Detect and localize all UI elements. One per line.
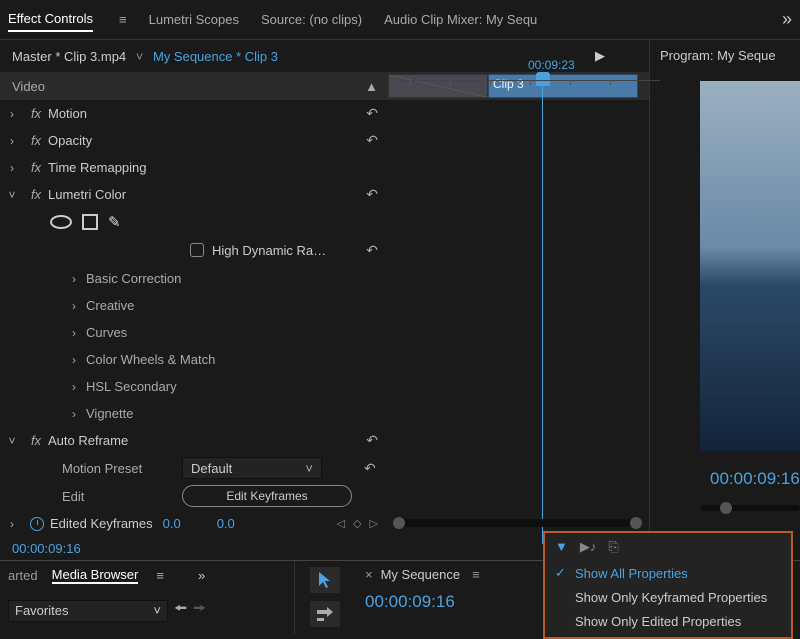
prev-kf-icon[interactable]: ◁ — [337, 517, 345, 530]
video-section-label: Video — [12, 79, 45, 94]
program-preview[interactable] — [700, 81, 800, 451]
effect-auto-reframe[interactable]: Auto Reframe — [48, 433, 128, 448]
chevron-down-icon: ˅ — [305, 461, 313, 476]
tab-audio-mixer[interactable]: Audio Clip Mixer: My Sequ — [384, 8, 537, 31]
close-tab-icon[interactable]: × — [365, 567, 373, 582]
menu-icon[interactable]: ≡ — [156, 568, 164, 583]
track-select-tool-icon[interactable] — [310, 601, 340, 627]
reset-icon[interactable]: ↶ — [366, 432, 378, 449]
reset-icon[interactable]: ↶ — [366, 242, 378, 259]
nav-back-icon[interactable]: 🠘 — [174, 598, 187, 623]
selection-tool-icon[interactable] — [310, 567, 340, 593]
tab-effect-controls[interactable]: Effect Controls — [8, 7, 93, 32]
menu-show-all[interactable]: ✓Show All Properties — [545, 561, 791, 585]
collapse-icon[interactable]: ˅ — [0, 188, 24, 202]
lumetri-vignette[interactable]: Vignette — [86, 406, 133, 421]
export-icon[interactable]: ⎘ — [608, 539, 618, 555]
funnel-icon[interactable]: ▼ — [555, 539, 568, 555]
scroll-handle-left[interactable] — [393, 517, 405, 529]
more-tabs-icon[interactable]: » — [198, 568, 205, 583]
fx-badge-icon[interactable]: fx — [24, 433, 48, 448]
sequence-clip-label[interactable]: My Sequence * Clip 3 — [153, 49, 278, 64]
edit-label: Edit — [62, 489, 182, 504]
stopwatch-icon[interactable] — [30, 517, 44, 531]
expand-icon[interactable]: › — [62, 326, 86, 340]
lumetri-hsl[interactable]: HSL Secondary — [86, 379, 177, 394]
lumetri-creative[interactable]: Creative — [86, 298, 134, 313]
reset-icon[interactable]: ↶ — [366, 186, 378, 203]
chevron-down-icon: ˅ — [153, 603, 161, 618]
more-tabs-icon[interactable]: » — [782, 9, 792, 30]
program-timecode[interactable]: 00:00:09:16 — [710, 469, 800, 489]
menu-icon[interactable]: ≡ — [119, 12, 127, 27]
tab-lumetri-scopes[interactable]: Lumetri Scopes — [149, 8, 239, 31]
menu-show-keyframed[interactable]: Show Only Keyframed Properties — [545, 585, 791, 609]
reset-icon[interactable]: ↶ — [364, 460, 376, 477]
hdr-label: High Dynamic Ra… — [212, 243, 326, 258]
playhead-handle[interactable] — [536, 72, 550, 86]
audio-icon[interactable]: ▶♪ — [580, 539, 597, 555]
tab-truncated[interactable]: arted — [8, 568, 38, 583]
lumetri-color-wheels[interactable]: Color Wheels & Match — [86, 352, 215, 367]
edit-keyframes-button[interactable]: Edit Keyframes — [182, 485, 352, 507]
check-icon: ✓ — [555, 565, 567, 581]
filter-properties-menu: ▼ ▶♪ ⎘ ✓Show All Properties Show Only Ke… — [543, 531, 793, 639]
lumetri-curves[interactable]: Curves — [86, 325, 127, 340]
reset-icon[interactable]: ↶ — [366, 132, 378, 149]
effect-time-remapping[interactable]: Time Remapping — [48, 160, 147, 175]
rect-mask-icon[interactable] — [82, 214, 98, 230]
menu-show-edited[interactable]: Show Only Edited Properties — [545, 609, 791, 633]
kf-value-2[interactable]: 0.0 — [217, 516, 235, 531]
sequence-tab[interactable]: My Sequence — [381, 567, 461, 582]
expand-icon[interactable]: › — [0, 161, 24, 175]
expand-icon[interactable]: › — [62, 407, 86, 421]
nav-forward-icon: 🠚 — [193, 598, 206, 623]
ellipse-mask-icon[interactable] — [50, 215, 72, 229]
expand-icon[interactable]: › — [62, 380, 86, 394]
scroll-handle-right[interactable] — [630, 517, 642, 529]
fx-badge-icon[interactable]: fx — [24, 187, 48, 202]
lumetri-basic-correction[interactable]: Basic Correction — [86, 271, 181, 286]
favorites-select[interactable]: Favorites˅ — [8, 600, 168, 622]
fx-badge-icon[interactable]: fx — [24, 106, 48, 121]
expand-icon[interactable]: › — [0, 134, 24, 148]
effect-motion[interactable]: Motion — [48, 106, 87, 121]
effect-opacity[interactable]: Opacity — [48, 133, 92, 148]
motion-preset-select[interactable]: Default˅ — [182, 457, 322, 479]
expand-icon[interactable]: › — [62, 272, 86, 286]
next-kf-icon[interactable]: ▷ — [370, 517, 378, 530]
expand-icon[interactable]: › — [0, 517, 24, 531]
playhead-timecode: 00:09:23 — [528, 58, 575, 72]
tab-source[interactable]: Source: (no clips) — [261, 8, 362, 31]
motion-preset-label: Motion Preset — [62, 461, 182, 476]
fx-badge-icon[interactable]: fx — [24, 133, 48, 148]
pen-mask-icon[interactable]: ✎ — [108, 213, 121, 231]
expand-icon[interactable]: › — [62, 353, 86, 367]
timeline-zoom-scrollbar[interactable] — [395, 519, 640, 527]
program-panel-label[interactable]: Program: My Seque — [650, 40, 800, 71]
fx-badge-icon[interactable]: fx — [24, 160, 48, 175]
collapse-icon[interactable]: ˅ — [0, 434, 24, 448]
reset-icon[interactable]: ↶ — [366, 105, 378, 122]
kf-value-1[interactable]: 0.0 — [163, 516, 181, 531]
program-scrollbar[interactable] — [700, 505, 800, 511]
master-clip-label: Master * Clip 3.mp4 — [12, 49, 126, 64]
expand-icon[interactable]: › — [0, 107, 24, 121]
playhead-line — [542, 84, 543, 544]
hdr-checkbox[interactable] — [190, 243, 204, 257]
time-ruler[interactable] — [400, 80, 660, 81]
expand-icon[interactable]: › — [62, 299, 86, 313]
effect-lumetri[interactable]: Lumetri Color — [48, 187, 126, 202]
edited-keyframes-label[interactable]: Edited Keyframes — [50, 516, 153, 531]
tab-media-browser[interactable]: Media Browser — [52, 567, 139, 584]
menu-icon[interactable]: ≡ — [472, 567, 480, 582]
add-kf-icon[interactable]: ◇ — [353, 517, 361, 530]
collapse-icon[interactable]: ▲ — [365, 79, 378, 94]
